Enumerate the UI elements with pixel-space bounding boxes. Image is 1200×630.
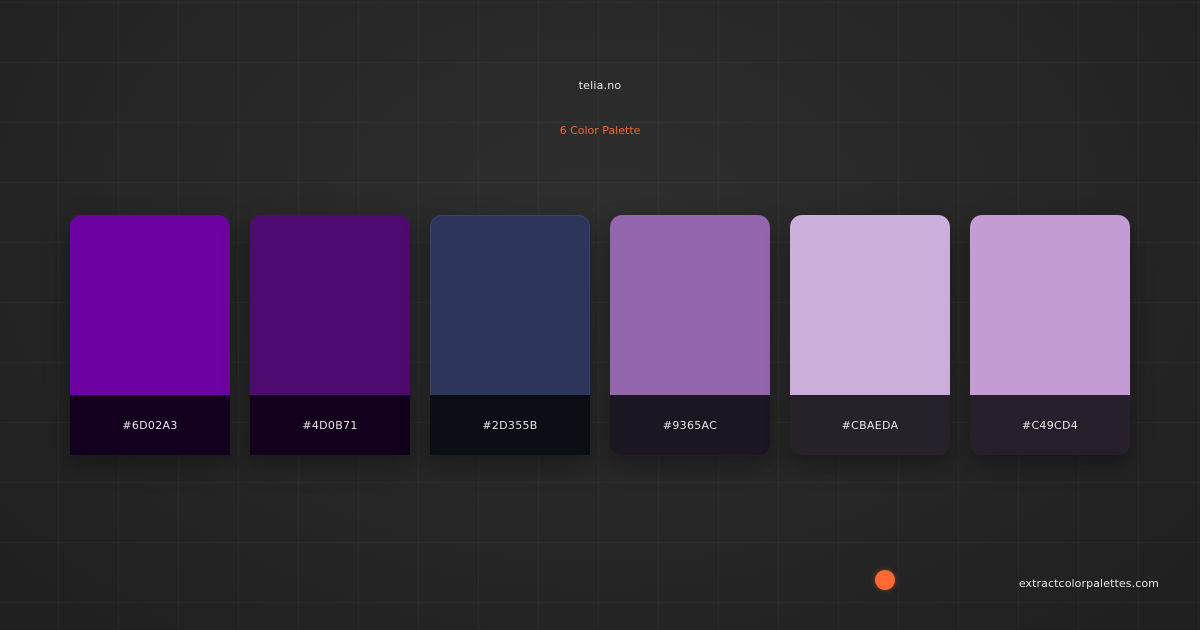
swatch-color [70, 215, 230, 395]
accent-dot-icon [875, 570, 895, 590]
swatch-card[interactable]: #C49CD4 [970, 215, 1130, 455]
swatch-hex-label: #C49CD4 [970, 395, 1130, 455]
swatch-card[interactable]: #4D0B71 [250, 215, 410, 455]
swatch-color [790, 215, 950, 395]
swatch-color [430, 215, 590, 395]
swatch-hex-label: #9365AC [610, 395, 770, 455]
swatch-hex-label: #CBAEDA [790, 395, 950, 455]
palette-title: 6 Color Palette [559, 124, 641, 137]
swatch-card[interactable]: #2D355B [430, 215, 590, 455]
swatch-hex-label: #6D02A3 [70, 395, 230, 455]
site-name: telia.no [578, 79, 622, 92]
palette-swatches: #6D02A3 #4D0B71 #2D355B #9365AC #CBAEDA … [70, 215, 1130, 455]
swatch-color [970, 215, 1130, 395]
footer-brand: extractcolorpalettes.com [1018, 577, 1159, 590]
swatch-color [250, 215, 410, 395]
swatch-hex-label: #4D0B71 [250, 395, 410, 455]
swatch-hex-label: #2D355B [430, 395, 590, 455]
swatch-card[interactable]: #CBAEDA [790, 215, 950, 455]
swatch-card[interactable]: #6D02A3 [70, 215, 230, 455]
swatch-card[interactable]: #9365AC [610, 215, 770, 455]
swatch-color [610, 215, 770, 395]
